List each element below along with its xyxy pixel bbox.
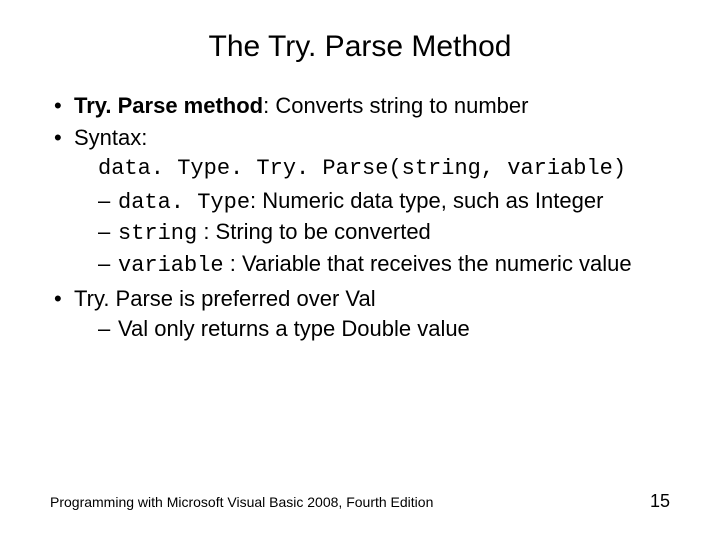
param-datatype-code: data. Type [118,190,250,215]
page-number: 15 [650,491,670,512]
param-datatype: data. Type: Numeric data type, such as I… [74,187,670,217]
param-variable-code: variable [118,253,224,278]
param-variable: variable : Variable that receives the nu… [74,250,670,280]
footer: Programming with Microsoft Visual Basic … [50,491,670,512]
bullet-1-desc: : Converts string to number [263,93,528,118]
slide-title: The Try. Parse Method [50,30,670,64]
bullet-3: Try. Parse is preferred over Val Val onl… [50,285,670,342]
bullet-list: Try. Parse method: Converts string to nu… [50,92,670,342]
bullet-1-term: Try. Parse method [74,93,263,118]
bullet-3-sub: Val only returns a type Double value [74,315,670,343]
syntax-line: data. Type. Try. Parse(string, variable) [74,155,670,183]
bullet-1: Try. Parse method: Converts string to nu… [50,92,670,120]
footer-text: Programming with Microsoft Visual Basic … [50,494,433,510]
bullet-3-sublist: Val only returns a type Double value [74,315,670,343]
param-string-desc: : String to be converted [197,219,431,244]
param-string: string : String to be converted [74,218,670,248]
slide: The Try. Parse Method Try. Parse method:… [0,0,720,540]
bullet-2-text: Syntax: [74,125,147,150]
param-datatype-desc: : Numeric data type, such as Integer [250,188,603,213]
param-variable-desc: : Variable that receives the numeric val… [224,251,632,276]
param-string-code: string [118,221,197,246]
bullet-3-sub-text: Val only returns a type Double value [118,316,470,341]
bullet-2: Syntax: data. Type. Try. Parse(string, v… [50,124,670,280]
param-list: data. Type: Numeric data type, such as I… [74,187,670,280]
bullet-3-text: Try. Parse is preferred over Val [74,286,376,311]
